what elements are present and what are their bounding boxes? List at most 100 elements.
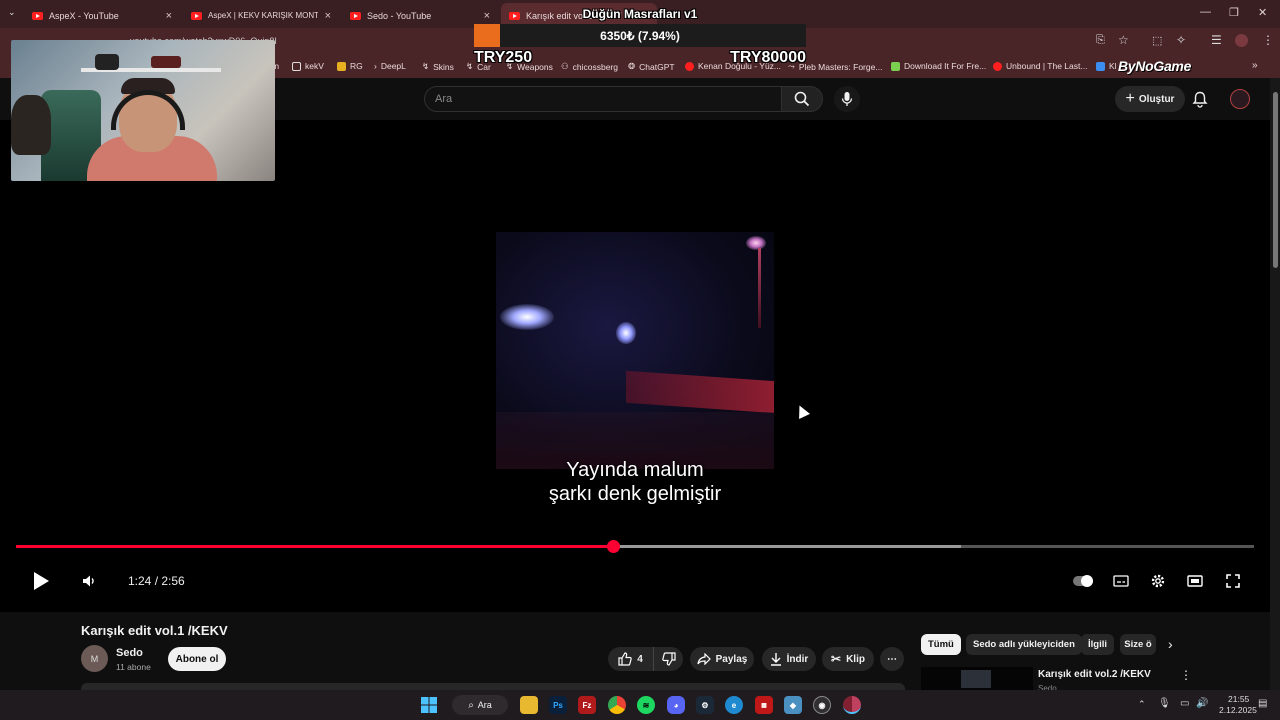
- tab-aspex-youtube[interactable]: AspeX - YouTube ×: [24, 3, 180, 28]
- download-site-icon: [891, 61, 900, 71]
- subtitles-icon: [1113, 575, 1129, 587]
- more-actions-button[interactable]: ⋯: [880, 647, 904, 671]
- steam-icon[interactable]: ⚙: [696, 696, 714, 714]
- play-button[interactable]: [28, 569, 54, 593]
- bookmark-rg[interactable]: RG: [337, 61, 363, 71]
- search-button[interactable]: [781, 86, 823, 112]
- chip-all[interactable]: Tümü: [921, 634, 961, 655]
- tray-chevron-icon[interactable]: ⌃: [1138, 699, 1146, 710]
- red-glow: [626, 370, 774, 414]
- photoshop-icon[interactable]: Ps: [549, 696, 567, 714]
- filezilla-icon[interactable]: Fz: [578, 696, 596, 714]
- voice-search-button[interactable]: [834, 86, 860, 112]
- bookmark-kekv[interactable]: kekV: [292, 61, 324, 71]
- share-button[interactable]: Paylaş: [690, 647, 754, 671]
- account-avatar[interactable]: [1230, 89, 1250, 109]
- played-bar: [16, 545, 613, 548]
- minimize-icon[interactable]: —: [1200, 6, 1211, 18]
- plus-icon: +: [1125, 90, 1135, 107]
- bookmark-deepl[interactable]: › DeepL: [374, 61, 406, 71]
- theater-mode-button[interactable]: [1184, 569, 1206, 593]
- maximize-icon[interactable]: ❐: [1229, 6, 1239, 19]
- menu-icon[interactable]: ⋮: [1262, 33, 1274, 47]
- tab-title: AspeX | KEKV KARIŞIK MONTAJ BOL: [208, 11, 318, 20]
- recommended-title[interactable]: Karışık edit vol.2 /KEKV: [1038, 669, 1151, 680]
- like-button[interactable]: 4: [608, 647, 653, 671]
- video-player[interactable]: Yayında malum şarkı denk gelmiştir 1:24 …: [0, 120, 1270, 612]
- bookmark-kl[interactable]: Kl: [1096, 61, 1117, 71]
- microphone-tray-icon[interactable]: 🎙: [1158, 698, 1171, 709]
- chip-from-uploader[interactable]: Sedo adlı yükleyiciden: [966, 634, 1082, 655]
- start-windows-icon[interactable]: [420, 696, 438, 714]
- create-button[interactable]: + Oluştur: [1115, 86, 1185, 112]
- close-tab-icon[interactable]: ×: [166, 10, 172, 22]
- volume-button[interactable]: [78, 569, 100, 593]
- speaker-tray-icon[interactable]: 🔊: [1196, 698, 1208, 709]
- close-window-icon[interactable]: ✕: [1258, 6, 1267, 19]
- download-button[interactable]: İndir: [762, 647, 816, 671]
- tab-list-chevron-icon[interactable]: ⌄: [8, 7, 16, 18]
- notifications-icon[interactable]: ▤: [1258, 698, 1267, 709]
- fullscreen-button[interactable]: [1222, 569, 1244, 593]
- chrome-active-icon[interactable]: [843, 696, 861, 714]
- recommended-menu-icon[interactable]: ⋮: [1180, 668, 1192, 682]
- bookmark-unbound[interactable]: Unbound | The Last...: [993, 61, 1087, 71]
- clock-date[interactable]: 2.12.2025: [1219, 705, 1257, 715]
- network-app-icon[interactable]: ◆: [784, 696, 802, 714]
- gear-icon: [1151, 574, 1165, 588]
- tab-aspex-montaj[interactable]: AspeX | KEKV KARIŞIK MONTAJ BOL ×: [183, 3, 339, 28]
- scrubber-handle[interactable]: [606, 540, 620, 553]
- extension-icon[interactable]: ⬚: [1152, 34, 1162, 47]
- more-horizontal-icon: ⋯: [887, 653, 897, 665]
- thumbs-up-icon: [618, 652, 632, 666]
- obs-icon[interactable]: ◉: [813, 696, 831, 714]
- page-scrollbar[interactable]: [1270, 78, 1280, 690]
- extensions-puzzle-icon[interactable]: ✧: [1176, 33, 1186, 47]
- channel-avatar[interactable]: M: [81, 645, 108, 672]
- chip-for-you[interactable]: Size ö: [1120, 634, 1156, 655]
- profile-icon[interactable]: [1235, 34, 1248, 47]
- chip-related[interactable]: İlgili: [1081, 634, 1114, 655]
- scrollbar-thumb[interactable]: [1273, 92, 1278, 268]
- search-input[interactable]: Ara: [424, 86, 782, 112]
- bookmark-star-icon[interactable]: ☆: [1118, 33, 1129, 47]
- chevron-right-icon[interactable]: ›: [1168, 636, 1173, 652]
- discord-icon[interactable]: ◕: [667, 696, 685, 714]
- more-bookmarks-icon[interactable]: »: [1252, 60, 1258, 71]
- progress-bar[interactable]: [16, 540, 1254, 553]
- file-explorer-icon[interactable]: [520, 696, 538, 714]
- windows-taskbar: ⌕ Ara Ps Fz ≋ ◕ ⚙ e ▦ ◆ ◉ ⌃ 🎙 ▭ 🔊 21:55 2…: [0, 690, 1280, 720]
- taskbar-search[interactable]: ⌕ Ara: [452, 695, 508, 715]
- subtitles-button[interactable]: [1110, 569, 1132, 593]
- drive-icon: [1096, 61, 1105, 71]
- channel-name[interactable]: Sedo: [116, 647, 143, 659]
- media-control-icon[interactable]: ☰: [1211, 33, 1222, 47]
- install-app-icon[interactable]: ⎘: [1096, 34, 1105, 47]
- notifications-bell-icon[interactable]: [1192, 91, 1208, 108]
- theater-icon: [1187, 575, 1203, 587]
- autoplay-toggle[interactable]: [1072, 569, 1094, 593]
- volume-icon: [83, 575, 94, 587]
- app-icon[interactable]: ▦: [755, 696, 773, 714]
- video-title: Karışık edit vol.1 /KEKV: [81, 623, 228, 638]
- settings-button[interactable]: [1147, 569, 1169, 593]
- clock-time[interactable]: 21:55: [1228, 694, 1249, 704]
- dislike-button[interactable]: [653, 647, 683, 671]
- bookmark-download[interactable]: Download It For Fre...: [891, 61, 986, 71]
- youtube-icon: [350, 11, 361, 20]
- browser-app-icon[interactable]: e: [725, 696, 743, 714]
- display-tray-icon[interactable]: ▭: [1180, 698, 1189, 709]
- donation-progress-bar: 6350₺ (7.94%): [474, 24, 806, 47]
- clip-button[interactable]: ✂ Klip: [822, 647, 874, 671]
- recommended-thumbnail[interactable]: [921, 667, 1033, 690]
- spotify-icon[interactable]: ≋: [637, 696, 655, 714]
- subtitle-line-1: Yayında malum: [566, 459, 704, 481]
- deepl-icon: ›: [374, 61, 377, 71]
- thumbs-down-icon: [661, 652, 676, 666]
- bookmark-skins[interactable]: ↯ Skins: [422, 61, 454, 72]
- chrome-icon[interactable]: [608, 696, 626, 714]
- subscribe-button[interactable]: Abone ol: [168, 647, 226, 671]
- close-tab-icon[interactable]: ×: [325, 10, 331, 22]
- plush-toy: [11, 95, 51, 155]
- share-icon: [697, 653, 711, 665]
